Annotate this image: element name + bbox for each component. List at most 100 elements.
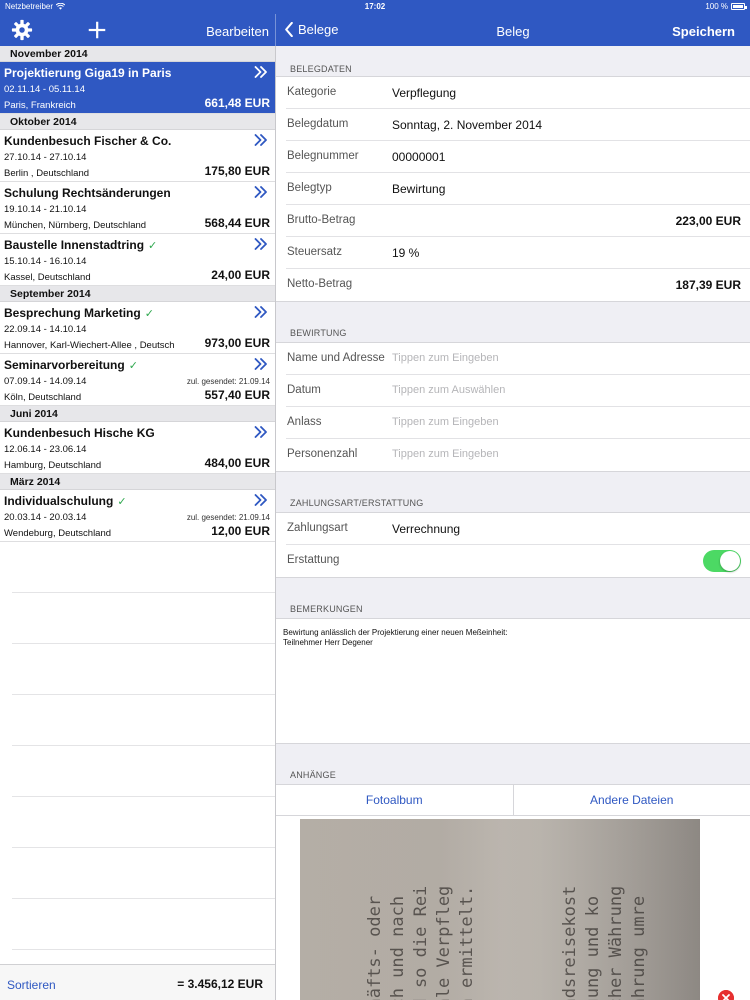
- trip-row[interactable]: Kundenbesuch Fischer & Co. 27.10.14 - 27.…: [0, 130, 275, 182]
- erstattung-toggle[interactable]: [703, 550, 741, 572]
- month-header: März 2014: [0, 474, 275, 490]
- gear-icon[interactable]: [11, 19, 33, 41]
- trip-location: Hannover, Karl-Wiechert-Allee , Deutsch: [4, 340, 175, 351]
- trip-amount: 568,44 EUR: [204, 216, 270, 230]
- trip-row[interactable]: Seminarvorbereitung ✓ 07.09.14 - 14.09.14 K…: [0, 354, 275, 406]
- trip-title-wrap: Besprechung Marketing ✓: [4, 306, 154, 320]
- total-amount: = 3.456,12 EUR: [177, 977, 263, 991]
- zahlungsart-row[interactable]: Zahlungsart Verrechnung: [286, 513, 750, 545]
- svg-text:landsreisekost: landsreisekost: [560, 886, 580, 1000]
- field-label: Datum: [287, 384, 321, 396]
- fotoalbum-button[interactable]: Fotoalbum: [276, 785, 513, 815]
- attachment-source-tabs: Fotoalbum Andere Dateien: [276, 784, 750, 816]
- svg-text:ischer Währung: ischer Währung: [606, 886, 626, 1000]
- trip-location: Berlin , Deutschland: [4, 168, 90, 179]
- toggle-knob: [720, 551, 740, 571]
- receipt-photo[interactable]: schäfts- oder nach und nach und so die R…: [300, 819, 700, 1000]
- bewirtung-row[interactable]: Personenzahl Tippen zum Eingeben: [286, 439, 750, 471]
- bewirtung-row[interactable]: Anlass Tippen zum Eingeben: [286, 407, 750, 439]
- other-files-button[interactable]: Andere Dateien: [512, 785, 750, 815]
- bewirtung-group: Name und Adresse Tippen zum Eingeben Datum…: [276, 342, 750, 472]
- battery-indicator: 100 %: [705, 2, 747, 11]
- trip-row[interactable]: Projektierung Giga19 in Paris 02.11.14 - …: [0, 62, 275, 114]
- trip-row[interactable]: Individualschulung ✓ 20.03.14 - 20.03.14 We…: [0, 490, 275, 542]
- section-header-bewirtung: BEWIRTUNG: [290, 328, 347, 338]
- checkmark-icon: ✓: [128, 359, 138, 372]
- chevron-double-right-icon: [254, 494, 267, 506]
- belegdaten-row[interactable]: Netto-Betrag 187,39 EUR: [286, 269, 750, 301]
- navigation-bar: Netzbetreiber 17:02 100 % Bearbeiten Bel…: [0, 0, 750, 46]
- trip-row[interactable]: Kundenbesuch Hische KG 12.06.14 - 23.06.1…: [0, 422, 275, 474]
- month-header: Juni 2014: [0, 406, 275, 422]
- belegdaten-row[interactable]: Steuersatz 19 %: [286, 237, 750, 269]
- add-icon[interactable]: [86, 19, 108, 41]
- section-header-anhaenge: ANHÄNGE: [290, 770, 336, 780]
- trip-row[interactable]: Schulung Rechtsänderungen 19.10.14 - 21.1…: [0, 182, 275, 234]
- receipt-form: BELEGDATEN Kategorie Verpflegung Belegdatu…: [276, 46, 750, 1000]
- erstattung-row: Erstattung: [286, 545, 750, 577]
- field-label: Steuersatz: [287, 246, 342, 258]
- field-label: Name und Adresse: [287, 352, 385, 364]
- belegdaten-row[interactable]: Kategorie Verpflegung: [286, 77, 750, 109]
- edit-button[interactable]: Bearbeiten: [206, 24, 269, 39]
- delete-attachment-icon[interactable]: [718, 990, 734, 1000]
- trip-dates: 19.10.14 - 21.10.14: [4, 204, 87, 215]
- trip-location: München, Nürnberg, Deutschland: [4, 220, 147, 231]
- trip-amount: 24,00 EUR: [211, 268, 270, 282]
- field-placeholder: Tippen zum Eingeben: [392, 352, 499, 364]
- trip-title: Kundenbesuch Fischer & Co.: [4, 134, 172, 148]
- trip-title: Projektierung Giga19 in Paris: [4, 66, 172, 80]
- trip-location: Kassel, Deutschland: [4, 272, 91, 283]
- sort-button[interactable]: Sortieren: [7, 978, 56, 992]
- field-label: Personenzahl: [287, 448, 358, 460]
- chevron-double-right-icon: [254, 186, 267, 198]
- field-amount: 187,39 EUR: [675, 278, 741, 292]
- belegdaten-row[interactable]: Belegtyp Bewirtung: [286, 173, 750, 205]
- field-label: Belegnummer: [287, 150, 359, 162]
- bewirtung-row[interactable]: Datum Tippen zum Auswählen: [286, 375, 750, 407]
- empty-row: [12, 644, 275, 695]
- field-placeholder: Tippen zum Eingeben: [392, 416, 499, 428]
- trip-title-wrap: Baustelle Innenstadtring ✓: [4, 238, 157, 252]
- trip-title-wrap: Individualschulung ✓: [4, 494, 127, 508]
- save-button[interactable]: Speichern: [672, 24, 735, 39]
- field-label: Brutto-Betrag: [287, 214, 356, 226]
- trip-title-wrap: Schulung Rechtsänderungen: [4, 186, 171, 200]
- remarks-textarea[interactable]: Bewirtung anlässlich der Projektierung e…: [276, 618, 750, 744]
- checkmark-icon: ✓: [144, 307, 154, 320]
- trip-amount: 484,00 EUR: [204, 456, 270, 470]
- belegdaten-row[interactable]: Brutto-Betrag 223,00 EUR: [286, 205, 750, 237]
- bewirtung-row[interactable]: Name und Adresse Tippen zum Eingeben: [286, 343, 750, 375]
- field-value: 19 %: [392, 246, 420, 260]
- field-value: Bewirtung: [392, 182, 446, 196]
- field-value: Sonntag, 2. November 2014: [392, 118, 543, 132]
- svg-text:und so die Rei: und so die Rei: [411, 886, 431, 1000]
- svg-text:nach und nach: nach und nach: [388, 896, 408, 1000]
- trip-title: Seminarvorbereitung: [4, 358, 125, 372]
- field-value: 00000001: [392, 150, 446, 164]
- trip-row[interactable]: Baustelle Innenstadtring ✓ 15.10.14 - 16.1…: [0, 234, 275, 286]
- trip-location: Köln, Deutschland: [4, 392, 82, 403]
- month-header: Oktober 2014: [0, 114, 275, 130]
- trip-dates: 20.03.14 - 20.03.14: [4, 512, 87, 523]
- month-header: September 2014: [0, 286, 275, 302]
- trip-dates: 22.09.14 - 14.10.14: [4, 324, 87, 335]
- field-amount: 223,00 EUR: [675, 214, 741, 228]
- trip-title-wrap: Kundenbesuch Fischer & Co.: [4, 134, 171, 148]
- svg-text:sch ermittelt.: sch ermittelt.: [457, 886, 477, 1000]
- attachment-area: schäfts- oder nach und nach und so die R…: [276, 816, 750, 1000]
- section-header-zahlung: ZAHLUNGSART/ERSTATTUNG: [290, 498, 424, 508]
- field-label: Netto-Betrag: [287, 278, 353, 290]
- field-value: Verpflegung: [392, 86, 457, 100]
- erstattung-label: Erstattung: [287, 554, 340, 566]
- belegdaten-row[interactable]: Belegnummer 00000001: [286, 141, 750, 173]
- chevron-double-right-icon: [254, 238, 267, 250]
- belegdaten-row[interactable]: Belegdatum Sonntag, 2. November 2014: [286, 109, 750, 141]
- trip-location: Hamburg, Deutschland: [4, 460, 102, 471]
- status-bar: Netzbetreiber 17:02 100 %: [0, 0, 750, 14]
- trip-amount: 973,00 EUR: [204, 336, 270, 350]
- trip-title: Schulung Rechtsänderungen: [4, 186, 171, 200]
- empty-row: [12, 746, 275, 797]
- empty-row: [12, 848, 275, 899]
- trip-row[interactable]: Besprechung Marketing ✓ 22.09.14 - 14.10.1…: [0, 302, 275, 354]
